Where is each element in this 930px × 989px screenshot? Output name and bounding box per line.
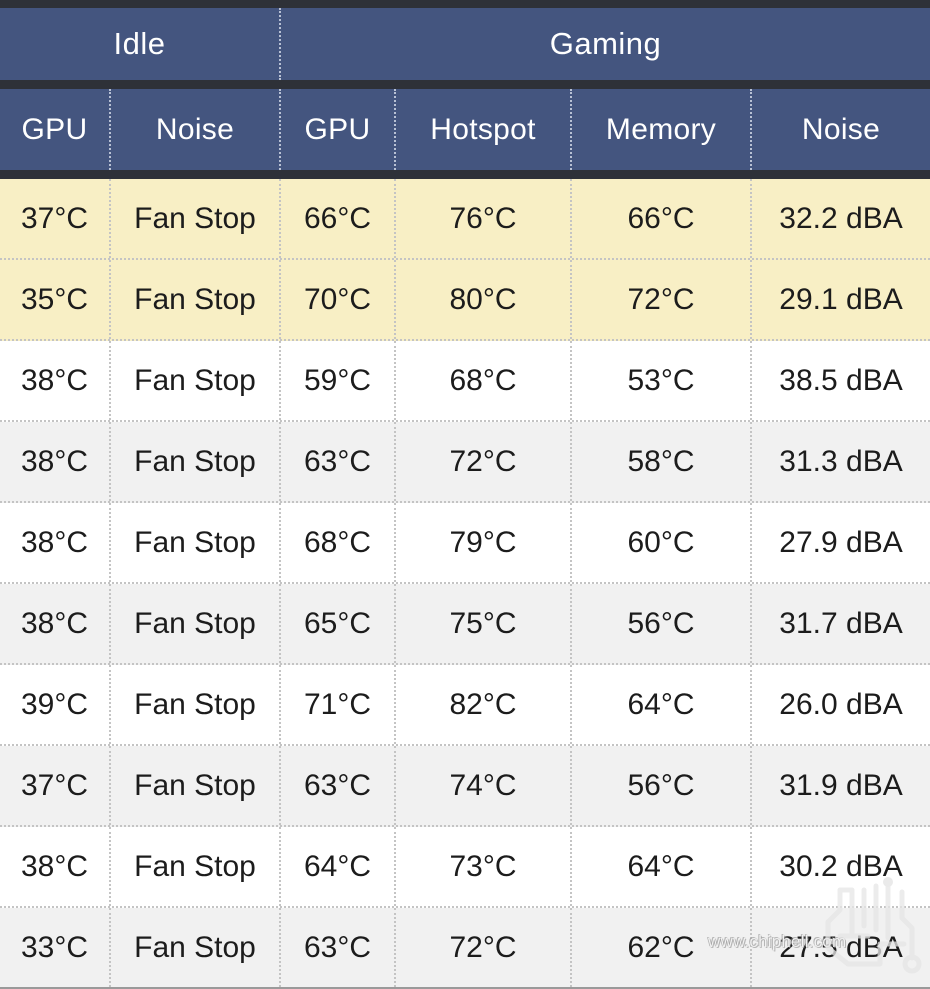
cell-gaming-noise: 27.9 dBA xyxy=(779,525,903,559)
cell-memory: 53°C xyxy=(572,341,752,420)
cell-hotspot: 82°C xyxy=(396,665,572,744)
table-row: 33°C Fan Stop 63°C 72°C 62°C 27.5 dBA xyxy=(0,908,930,989)
group-header-gaming: Gaming xyxy=(549,26,662,61)
cell-memory: 64°C xyxy=(572,827,752,906)
cell-memory: 64°C xyxy=(572,665,752,744)
cell-gaming-gpu: 63°C xyxy=(281,908,396,987)
cell-idle-gpu: 37°C xyxy=(0,179,111,258)
cell-idle-noise: Fan Stop xyxy=(111,179,281,258)
cell-hotspot: 75°C xyxy=(396,584,572,663)
cell-gaming-gpu: 71°C xyxy=(281,665,396,744)
cell-gaming-noise: 32.2 dBA xyxy=(779,201,903,235)
column-header-hotspot: Hotspot xyxy=(396,89,572,170)
cell-gaming-gpu: 64°C xyxy=(281,827,396,906)
table-row: 39°C Fan Stop 71°C 82°C 64°C 26.0 dBA xyxy=(0,665,930,746)
cell-idle-noise: Fan Stop xyxy=(111,341,281,420)
cell-idle-noise: Fan Stop xyxy=(111,260,281,339)
group-header-row: Idle Gaming xyxy=(0,8,930,80)
cell-memory: 66°C xyxy=(572,179,752,258)
cell-memory: 62°C xyxy=(572,908,752,987)
cell-idle-gpu: 33°C xyxy=(0,908,111,987)
cell-gaming-gpu: 65°C xyxy=(281,584,396,663)
table-top-rule xyxy=(0,0,930,8)
cell-gaming-noise: 29.1 dBA xyxy=(779,282,903,316)
table-row: 35°C Fan Stop 70°C 80°C 72°C 29.1 dBA xyxy=(0,260,930,341)
table-body: 37°C Fan Stop 66°C 76°C 66°C 32.2 dBA 35… xyxy=(0,179,930,989)
benchmark-results-table: Idle Gaming GPU Noise GPU Hotspot Memory… xyxy=(0,0,930,989)
cell-memory: 56°C xyxy=(572,584,752,663)
cell-gaming-gpu: 63°C xyxy=(281,746,396,825)
table-row: 38°C Fan Stop 59°C 68°C 53°C 38.5 dBA xyxy=(0,341,930,422)
table-row: 38°C Fan Stop 63°C 72°C 58°C 31.3 dBA xyxy=(0,422,930,503)
cell-hotspot: 80°C xyxy=(396,260,572,339)
cell-hotspot: 68°C xyxy=(396,341,572,420)
cell-gaming-noise: 38.5 dBA xyxy=(779,363,903,397)
cell-idle-noise: Fan Stop xyxy=(111,827,281,906)
table-row: 38°C Fan Stop 65°C 75°C 56°C 31.7 dBA xyxy=(0,584,930,665)
cell-memory: 60°C xyxy=(572,503,752,582)
cell-gaming-gpu: 66°C xyxy=(281,179,396,258)
header-divider-rule-lower xyxy=(0,170,930,179)
cell-idle-noise: Fan Stop xyxy=(111,503,281,582)
cell-gaming-noise: 31.3 dBA xyxy=(779,444,903,478)
cell-idle-noise: Fan Stop xyxy=(111,908,281,987)
cell-idle-noise: Fan Stop xyxy=(111,422,281,501)
cell-gaming-noise: 27.5 dBA xyxy=(779,930,903,964)
cell-idle-gpu: 38°C xyxy=(0,827,111,906)
cell-hotspot: 73°C xyxy=(396,827,572,906)
cell-idle-gpu: 38°C xyxy=(0,584,111,663)
cell-idle-gpu: 38°C xyxy=(0,422,111,501)
cell-idle-gpu: 37°C xyxy=(0,746,111,825)
cell-memory: 56°C xyxy=(572,746,752,825)
cell-idle-noise: Fan Stop xyxy=(111,746,281,825)
cell-hotspot: 74°C xyxy=(396,746,572,825)
cell-gaming-gpu: 59°C xyxy=(281,341,396,420)
column-header-idle-gpu: GPU xyxy=(0,89,111,170)
cell-idle-gpu: 39°C xyxy=(0,665,111,744)
cell-idle-gpu: 38°C xyxy=(0,341,111,420)
cell-gaming-noise: 26.0 dBA xyxy=(779,687,903,721)
cell-hotspot: 72°C xyxy=(396,908,572,987)
column-header-gaming-gpu: GPU xyxy=(281,89,396,170)
cell-gaming-noise: 31.7 dBA xyxy=(779,606,903,640)
cell-gaming-noise: 31.9 dBA xyxy=(779,768,903,802)
cell-hotspot: 72°C xyxy=(396,422,572,501)
cell-gaming-gpu: 70°C xyxy=(281,260,396,339)
cell-hotspot: 76°C xyxy=(396,179,572,258)
table-row: 37°C Fan Stop 63°C 74°C 56°C 31.9 dBA xyxy=(0,746,930,827)
cell-gaming-noise: 30.2 dBA xyxy=(779,849,903,883)
column-header-gaming-noise: Noise xyxy=(801,112,881,146)
header-divider-rule-upper xyxy=(0,80,930,89)
table-row: 38°C Fan Stop 64°C 73°C 64°C 30.2 dBA xyxy=(0,827,930,908)
cell-gaming-gpu: 63°C xyxy=(281,422,396,501)
cell-gaming-gpu: 68°C xyxy=(281,503,396,582)
table-row: 37°C Fan Stop 66°C 76°C 66°C 32.2 dBA xyxy=(0,179,930,260)
column-header-memory: Memory xyxy=(572,89,752,170)
group-header-idle: Idle xyxy=(0,8,281,80)
cell-memory: 72°C xyxy=(572,260,752,339)
cell-idle-gpu: 38°C xyxy=(0,503,111,582)
cell-hotspot: 79°C xyxy=(396,503,572,582)
cell-idle-gpu: 35°C xyxy=(0,260,111,339)
column-header-row: GPU Noise GPU Hotspot Memory Noise xyxy=(0,89,930,170)
cell-idle-noise: Fan Stop xyxy=(111,584,281,663)
table-row: 38°C Fan Stop 68°C 79°C 60°C 27.9 dBA xyxy=(0,503,930,584)
cell-memory: 58°C xyxy=(572,422,752,501)
column-header-idle-noise: Noise xyxy=(111,89,281,170)
cell-idle-noise: Fan Stop xyxy=(111,665,281,744)
